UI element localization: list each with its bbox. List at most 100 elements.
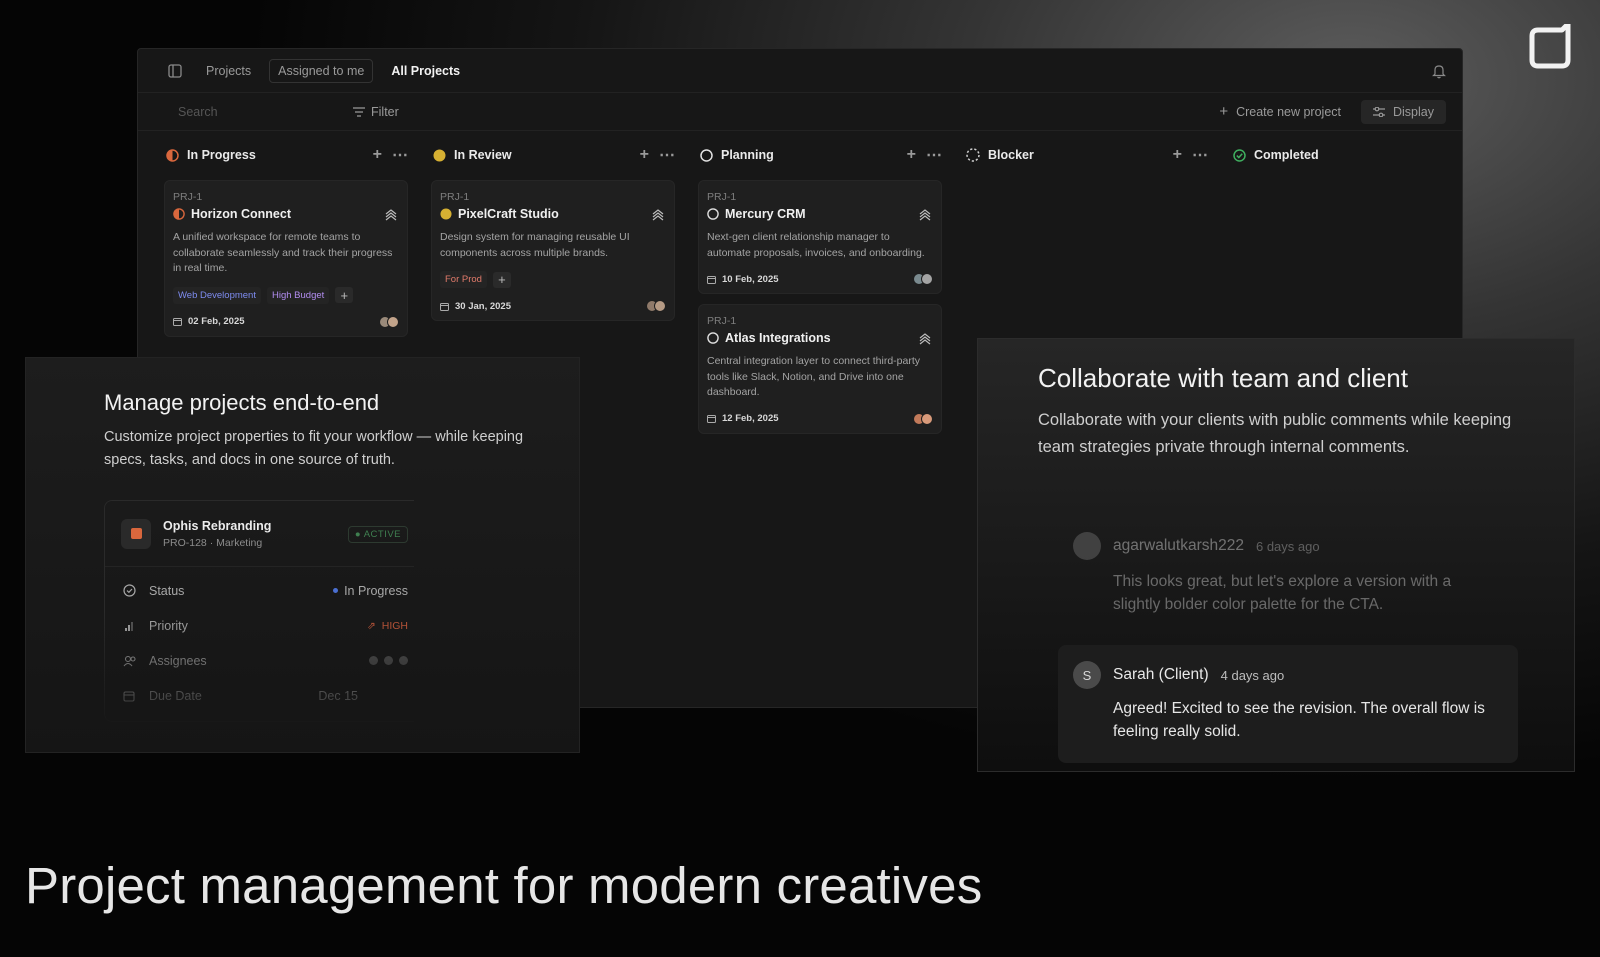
feature-description: Customize project properties to fit your… [104, 429, 524, 468]
planning-status-icon [707, 208, 719, 220]
priority-bars-icon [125, 621, 133, 631]
column-in-progress: In Progress + ⋯ PRJ-1 Horizon Connect A u… [164, 141, 414, 337]
feature-panel-manage: Manage projects end-to-end Customize pro… [25, 357, 580, 753]
add-card-icon[interactable]: + [640, 146, 649, 164]
filter-button[interactable]: Filter [353, 105, 399, 119]
tab-projects[interactable]: Projects [198, 60, 259, 82]
comment-author: agarwalutkarsh222 [1113, 537, 1244, 554]
filter-icon [353, 106, 365, 117]
tab-assigned-to-me[interactable]: Assigned to me [269, 58, 374, 83]
search-input[interactable]: Search [178, 105, 353, 119]
assignee-avatars [913, 412, 933, 425]
column-title: Planning [721, 148, 774, 162]
due-date: 30 Jan, 2025 [455, 300, 511, 312]
in-review-status-icon [433, 149, 446, 161]
avatar [1073, 532, 1101, 560]
column-header: Completed [1231, 141, 1462, 169]
completed-status-icon [1233, 148, 1246, 162]
project-title: Atlas Integrations [725, 331, 831, 345]
comment-time: 6 days ago [1255, 538, 1320, 554]
toolbar: Search Filter + Create new project Displ… [138, 93, 1462, 131]
property-value: Dec 15 [318, 688, 358, 703]
column-planning: Planning + ⋯ PRJ-1 Mercury CRM Next-gen c… [698, 141, 948, 434]
add-card-icon[interactable]: + [907, 146, 916, 164]
in-progress-status-icon [166, 148, 179, 162]
due-date: 12 Feb, 2025 [722, 413, 779, 424]
feature-heading: Collaborate with team and client [1038, 363, 1408, 393]
add-card-icon[interactable]: + [373, 146, 382, 164]
comment-time: 4 days ago [1220, 667, 1285, 683]
property-priority[interactable]: Priority ⇗ HIGH [105, 608, 414, 643]
project-card[interactable]: PRJ-1 Horizon Connect A unified workspac… [164, 180, 408, 337]
project-icon [121, 518, 151, 549]
property-label: Status [149, 583, 185, 598]
comment-author: Sarah (Client) [1113, 666, 1209, 683]
column-completed: Completed [1231, 141, 1462, 169]
property-due-date[interactable]: Due Date Dec 15 [105, 678, 414, 713]
tag-high-budget[interactable]: High Budget [266, 286, 330, 304]
tag-web-development[interactable]: Web Development [173, 286, 261, 304]
bell-icon[interactable] [1432, 64, 1446, 79]
calendar-icon [707, 415, 716, 423]
property-value: HIGH [381, 619, 408, 632]
project-title: Horizon Connect [191, 207, 291, 221]
column-title: In Progress [187, 148, 256, 162]
comment-internal: agarwalutkarsh222 6 days ago This looks … [1073, 532, 1473, 616]
brand-logo-icon [1529, 24, 1571, 69]
feature-heading: Manage projects end-to-end [104, 390, 380, 415]
assignee-avatars [379, 315, 399, 328]
create-project-label: Create new project [1236, 104, 1341, 119]
add-tag-button[interactable]: + [335, 287, 354, 303]
top-bar: Projects Assigned to me All Projects [138, 49, 1462, 93]
feature-panel-collaborate: Collaborate with team and client Collabo… [977, 338, 1575, 772]
column-blocker: Blocker + ⋯ [964, 141, 1214, 169]
tag-for-prod[interactable]: For Prod [440, 271, 487, 288]
property-status[interactable]: Status In Progress [105, 573, 414, 608]
more-icon[interactable]: ⋯ [926, 145, 942, 165]
sidebar-toggle-icon[interactable] [168, 63, 182, 78]
project-id: PRJ-1 [707, 315, 737, 327]
add-tag-button[interactable]: + [492, 271, 511, 288]
calendar-icon [440, 302, 449, 311]
project-title: PixelCraft Studio [458, 207, 559, 221]
planning-status-icon [700, 148, 713, 162]
project-id: PRJ-1 [707, 191, 737, 203]
column-header: In Progress + ⋯ [164, 141, 414, 169]
project-title: Mercury CRM [725, 207, 806, 221]
project-description: Central integration layer to connect thi… [707, 355, 921, 398]
sliders-icon [1373, 106, 1385, 117]
column-title: Completed [1254, 148, 1319, 162]
project-id: PRJ-1 [440, 191, 470, 203]
property-assignees[interactable]: Assignees [105, 643, 414, 678]
priority-icon [385, 209, 397, 221]
column-title: Blocker [988, 148, 1034, 162]
column-header: Blocker + ⋯ [964, 141, 1214, 169]
avatar: S [1073, 661, 1101, 689]
blocker-status-icon [966, 148, 980, 162]
priority-icon [652, 209, 664, 221]
project-details-card: Ophis Rebranding PRO-128 · Marketing ● A… [104, 500, 414, 722]
create-project-button[interactable]: + Create new project [1209, 99, 1351, 124]
column-title: In Review [454, 148, 512, 162]
comment-body: Agreed! Excited to see the revision. The… [1113, 700, 1485, 740]
property-value: In Progress [344, 583, 408, 598]
project-card[interactable]: PRJ-1 PixelCraft Studio Design system fo… [431, 180, 675, 321]
project-card[interactable]: PRJ-1 Mercury CRM Next-gen client relati… [698, 180, 942, 294]
assignee-avatars [913, 273, 933, 285]
add-card-icon[interactable]: + [1173, 146, 1182, 164]
display-button[interactable]: Display [1361, 99, 1446, 124]
project-card[interactable]: PRJ-1 Atlas Integrations Central integra… [698, 304, 942, 434]
assignee-avatars [646, 300, 666, 312]
calendar-icon [173, 318, 182, 326]
feature-description: Collaborate with your clients with publi… [1038, 411, 1512, 456]
comment-client: S Sarah (Client) 4 days ago Agreed! Exci… [1058, 645, 1518, 763]
tab-all-projects[interactable]: All Projects [383, 60, 468, 82]
users-icon [123, 655, 136, 666]
project-header: Ophis Rebranding PRO-128 · Marketing ● A… [105, 501, 414, 567]
more-icon[interactable]: ⋯ [392, 145, 408, 165]
more-icon[interactable]: ⋯ [1192, 145, 1208, 165]
in-progress-status-icon [173, 208, 185, 220]
priority-icon [919, 333, 931, 345]
more-icon[interactable]: ⋯ [659, 145, 675, 165]
filter-label: Filter [371, 104, 399, 119]
